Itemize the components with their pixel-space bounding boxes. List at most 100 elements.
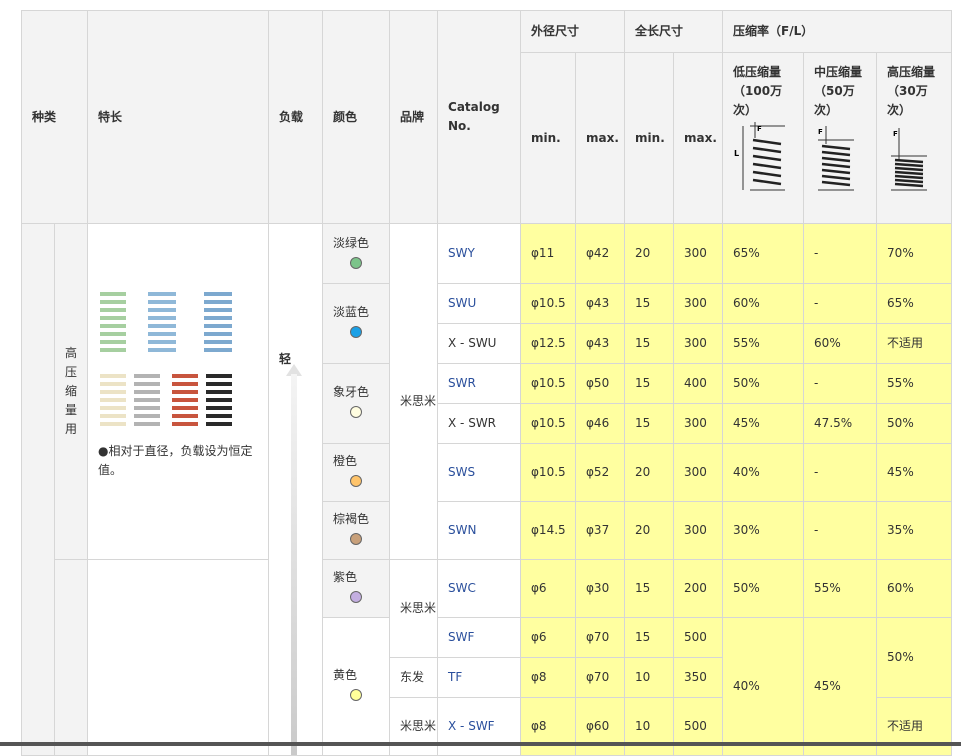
diagram-F-label-high: F	[893, 130, 898, 138]
len-max: 300	[673, 283, 724, 324]
type-label-cell-2	[53, 559, 89, 756]
low-rate: 60%	[722, 283, 805, 324]
len-min: 15	[624, 323, 675, 364]
len-min: 20	[624, 501, 675, 560]
low-rate: 55%	[722, 323, 805, 364]
high-rate: 35%	[876, 501, 953, 560]
type-outer-column	[21, 223, 55, 756]
header-len-max: max.	[673, 52, 724, 224]
catalog-link[interactable]: SWC	[437, 559, 522, 618]
od-min: φ10.5	[520, 443, 577, 502]
len-min: 15	[624, 283, 675, 324]
color-light-green: 淡绿色	[322, 223, 391, 284]
color-ivory: 象牙色	[322, 363, 391, 444]
od-max: φ60	[575, 697, 626, 756]
header-compression: 压缩率（F/L）	[722, 10, 953, 53]
mid-rate: -	[803, 223, 878, 284]
color-dot-icon	[350, 326, 363, 338]
od-min: φ8	[520, 697, 577, 756]
header-len-min: min.	[624, 52, 675, 224]
header-catalog: Catalog No.	[437, 10, 522, 224]
catalog-link[interactable]: SWU	[437, 283, 522, 324]
od-max: φ43	[575, 323, 626, 364]
low-rate: 65%	[722, 223, 805, 284]
bottom-edge	[0, 742, 961, 746]
od-min: φ11	[520, 223, 577, 284]
high-rate: 50%	[876, 403, 953, 444]
od-max: φ46	[575, 403, 626, 444]
len-min: 15	[624, 363, 675, 404]
color-label: 黄色	[333, 668, 358, 682]
len-max: 400	[673, 363, 724, 404]
len-max: 300	[673, 501, 724, 560]
high-rate: 70%	[876, 223, 953, 284]
od-max: φ50	[575, 363, 626, 404]
len-max: 200	[673, 559, 724, 618]
spring-ivory-icon	[100, 374, 127, 426]
low-rate: 50%	[722, 363, 805, 404]
od-min: φ14.5	[520, 501, 577, 560]
mid-rate: -	[803, 501, 878, 560]
od-max: φ43	[575, 283, 626, 324]
brand-cell-tohatsu: 东发	[389, 657, 439, 698]
catalog-link[interactable]: SWY	[437, 223, 522, 284]
header-color: 颜色	[322, 10, 391, 224]
header-length: 全长尺寸	[624, 10, 724, 53]
header-outer-diameter: 外径尺寸	[520, 10, 626, 53]
spring-diagram-low-icon: L F	[734, 122, 786, 191]
type-label-cell: 高压缩量用	[53, 223, 89, 560]
len-max: 300	[673, 223, 724, 284]
low-rate: 45%	[722, 403, 805, 444]
header-type: 种类	[20, 10, 89, 224]
brand-label: 米思米	[400, 394, 437, 408]
header-od-max: max.	[575, 52, 626, 224]
brand-label: 米思米	[400, 719, 437, 733]
catalog-link[interactable]: SWN	[437, 501, 522, 560]
od-max: φ30	[575, 559, 626, 618]
catalog-link[interactable]: X - SWR	[437, 403, 522, 444]
brand-cell-2: 米思米	[389, 559, 439, 658]
color-label: 紫色	[333, 570, 358, 584]
feature-cell-2	[87, 559, 270, 756]
color-label: 淡蓝色	[333, 305, 370, 319]
high-compression-label: 高压缩量（30万次）	[887, 65, 936, 117]
color-orange: 橙色	[322, 443, 391, 502]
len-max: 300	[673, 403, 724, 444]
catalog-link[interactable]: TF	[437, 657, 522, 698]
catalog-link[interactable]: X - SWF	[437, 697, 522, 756]
od-min: φ8	[520, 657, 577, 698]
catalog-link[interactable]: SWF	[437, 617, 522, 658]
catalog-link[interactable]: SWR	[437, 363, 522, 404]
diagram-F-label-mid: F	[818, 128, 823, 136]
mid-rate: 60%	[803, 323, 878, 364]
load-arrow	[291, 374, 298, 755]
color-dot-icon	[350, 689, 363, 701]
color-yellow: 黄色	[322, 617, 391, 756]
od-min: φ10.5	[520, 283, 577, 324]
catalog-link[interactable]: X - SWU	[437, 323, 522, 364]
spring-diagram-mid-icon: F	[818, 126, 855, 191]
catalog-link[interactable]: SWS	[437, 443, 522, 502]
len-min: 20	[624, 443, 675, 502]
header-brand: 品牌	[389, 10, 439, 224]
high-rate: 55%	[876, 363, 953, 404]
high-rate-merged: 50%	[876, 617, 953, 698]
spring-blue-icon	[148, 292, 177, 352]
len-min: 15	[624, 403, 675, 444]
od-min: φ6	[520, 559, 577, 618]
diagram-L-label: L	[734, 149, 739, 158]
mid-rate: -	[803, 283, 878, 324]
high-rate: 60%	[876, 559, 953, 618]
color-dot-icon	[350, 475, 363, 487]
len-min: 15	[624, 617, 675, 658]
mid-compression-label: 中压缩量（50万次）	[814, 65, 863, 117]
od-max: φ70	[575, 657, 626, 698]
low-rate: 50%	[722, 559, 805, 618]
od-min: φ12.5	[520, 323, 577, 364]
mid-rate: -	[803, 363, 878, 404]
spring-black-icon	[206, 374, 233, 426]
header-mid-compression: 中压缩量（50万次） F	[803, 52, 878, 224]
header-high-compression: 高压缩量（30万次） F	[876, 52, 953, 224]
mid-rate: -	[803, 443, 878, 502]
od-min: φ10.5	[520, 403, 577, 444]
